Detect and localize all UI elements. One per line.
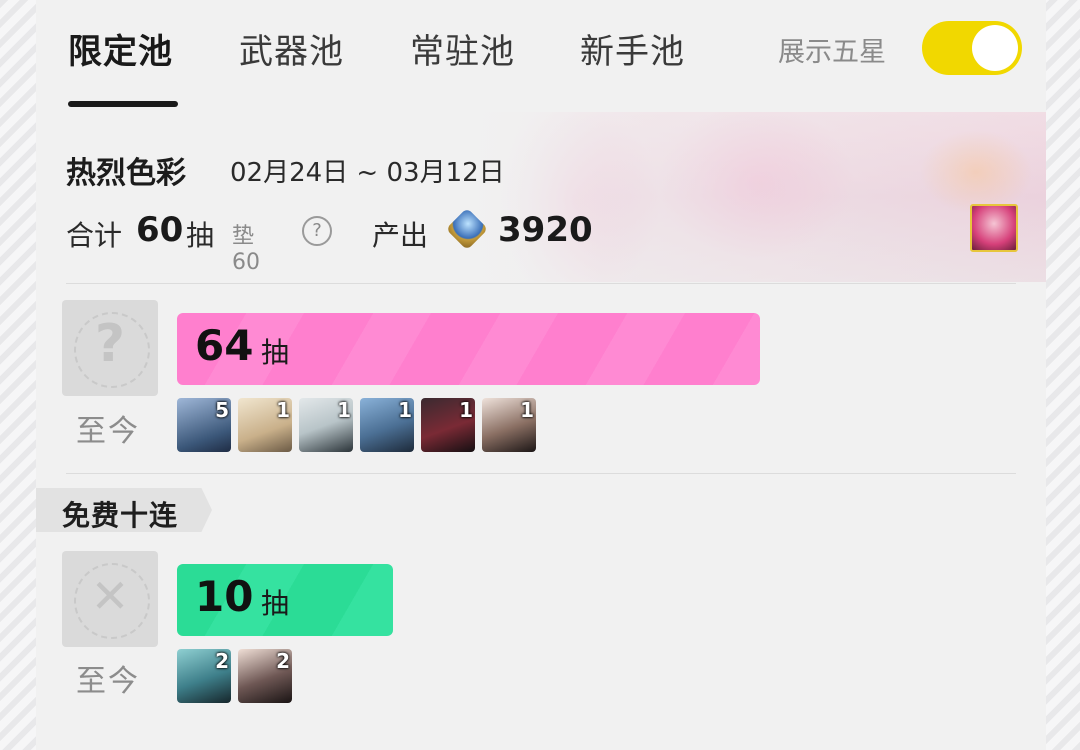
show-five-star-toggle[interactable] bbox=[922, 21, 1022, 75]
operator-count: 2 bbox=[215, 649, 229, 673]
show-five-star-label: 展示五星 bbox=[778, 37, 886, 68]
operator-avatar[interactable]: 2 bbox=[177, 649, 231, 703]
since-label: 至今 bbox=[76, 414, 140, 449]
pool-tabs: 限定池 武器池 常驻池 新手池 展示五星 bbox=[36, 0, 1046, 110]
pull-count-bar: 64 抽 bbox=[177, 313, 760, 385]
avatar-glyph: ? bbox=[94, 314, 126, 374]
since-label: 至今 bbox=[76, 664, 140, 699]
tab-weapon[interactable]: 武器池 bbox=[239, 24, 344, 73]
featured-operator-avatar[interactable] bbox=[970, 204, 1018, 252]
operator-count: 1 bbox=[398, 398, 412, 422]
output-label: 产出 bbox=[372, 219, 429, 252]
question-mark-icon: ? bbox=[62, 300, 158, 396]
operator-avatar[interactable]: 1 bbox=[482, 398, 536, 452]
operator-avatar[interactable]: 1 bbox=[360, 398, 414, 452]
tag-label: 免费十连 bbox=[62, 499, 179, 532]
total-label: 合计 bbox=[66, 219, 123, 252]
active-tab-indicator bbox=[68, 101, 178, 107]
avatar-glyph: ✕ bbox=[90, 569, 130, 623]
operator-count: 2 bbox=[276, 649, 290, 673]
total-pulls: 60 bbox=[136, 210, 184, 250]
pull-unit: 抽 bbox=[261, 587, 290, 620]
tab-limited[interactable]: 限定池 bbox=[68, 24, 173, 73]
operator-avatar[interactable]: 1 bbox=[421, 398, 475, 452]
pull-unit: 抽 bbox=[261, 336, 290, 369]
banner-artwork bbox=[456, 112, 1046, 282]
operator-avatar[interactable]: 1 bbox=[238, 398, 292, 452]
divider bbox=[66, 283, 1016, 284]
operator-count: 1 bbox=[337, 398, 351, 422]
gacha-record-panel: 限定池 武器池 常驻池 新手池 展示五星 热烈色彩 02月24日 ~ 03月12… bbox=[36, 0, 1046, 750]
close-x-icon: ✕ bbox=[62, 551, 158, 647]
operator-avatar[interactable]: 2 bbox=[238, 649, 292, 703]
pity-count: 垫60 bbox=[232, 224, 260, 275]
operator-count: 1 bbox=[520, 398, 534, 422]
toggle-knob bbox=[972, 25, 1018, 71]
divider bbox=[66, 473, 1016, 474]
pull-count-bar: 10 抽 bbox=[177, 564, 393, 636]
pool-name: 热烈色彩 bbox=[66, 156, 186, 191]
tab-standard[interactable]: 常驻池 bbox=[410, 24, 515, 73]
pool-date-range: 02月24日 ~ 03月12日 bbox=[230, 158, 505, 188]
tab-beginner[interactable]: 新手池 bbox=[580, 24, 685, 73]
question-circle-icon[interactable]: ? bbox=[302, 216, 332, 246]
output-value: 3920 bbox=[498, 210, 593, 250]
free-ten-pull-tag: 免费十连 bbox=[36, 488, 212, 532]
pull-unit: 抽 bbox=[186, 219, 215, 252]
operator-count: 5 bbox=[215, 398, 229, 422]
pull-count: 10 bbox=[195, 572, 254, 621]
operator-count: 1 bbox=[459, 398, 473, 422]
operator-count: 1 bbox=[276, 398, 290, 422]
operator-avatar[interactable]: 5 bbox=[177, 398, 231, 452]
pull-count: 64 bbox=[195, 321, 254, 370]
pool-banner: 热烈色彩 02月24日 ~ 03月12日 合计 60 抽 垫60 ? 产出 39… bbox=[36, 112, 1046, 282]
operator-avatar[interactable]: 1 bbox=[299, 398, 353, 452]
